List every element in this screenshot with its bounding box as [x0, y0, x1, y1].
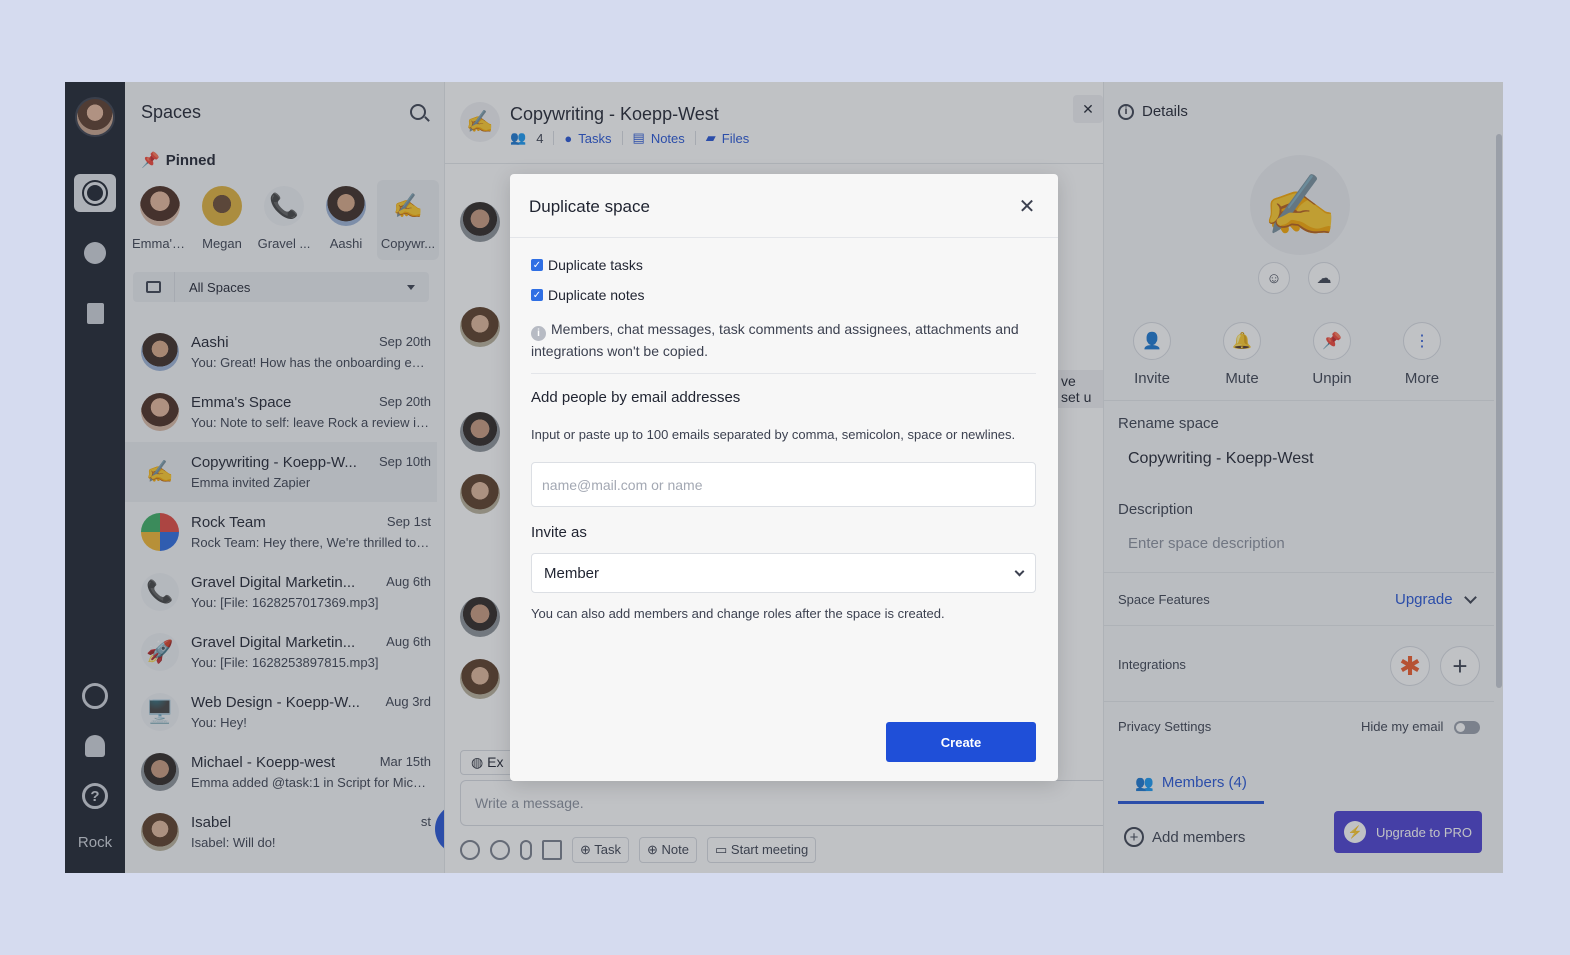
duplicate-notes-checkbox[interactable]: ✓ Duplicate notes — [531, 287, 645, 303]
footer-hint: You can also add members and change role… — [531, 606, 945, 621]
invite-role-select[interactable]: Member — [531, 553, 1036, 593]
email-input[interactable] — [531, 462, 1036, 507]
duplicate-notes-label: Duplicate notes — [548, 287, 645, 303]
dialog-title: Duplicate space — [529, 197, 650, 216]
close-icon[interactable]: ✕ — [1017, 196, 1037, 218]
add-people-hint: Input or paste up to 100 emails separate… — [531, 427, 1016, 442]
divider — [531, 373, 1036, 374]
duplicate-tasks-label: Duplicate tasks — [548, 257, 643, 273]
chevron-down-icon — [1014, 566, 1025, 576]
copy-notice: i Members, chat messages, task comments a… — [531, 319, 1036, 362]
dialog-header: Duplicate space ✕ — [510, 174, 1058, 238]
add-people-title: Add people by email addresses — [531, 389, 741, 406]
duplicate-space-dialog: Duplicate space ✕ ✓ Duplicate tasks ✓ Dupl… — [510, 174, 1058, 781]
checkbox-checked-icon: ✓ — [531, 289, 543, 301]
app-window: ? Rock Spaces 📌 Pinned Emma's... Megan 📞… — [65, 82, 1503, 873]
copy-notice-text: Members, chat messages, task comments an… — [531, 321, 1019, 359]
invite-role-value: Member — [544, 564, 600, 582]
checkbox-checked-icon: ✓ — [531, 259, 543, 271]
info-icon: i — [531, 326, 546, 341]
create-button[interactable]: Create — [886, 722, 1036, 762]
invite-as-label: Invite as — [531, 524, 587, 541]
duplicate-tasks-checkbox[interactable]: ✓ Duplicate tasks — [531, 257, 643, 273]
